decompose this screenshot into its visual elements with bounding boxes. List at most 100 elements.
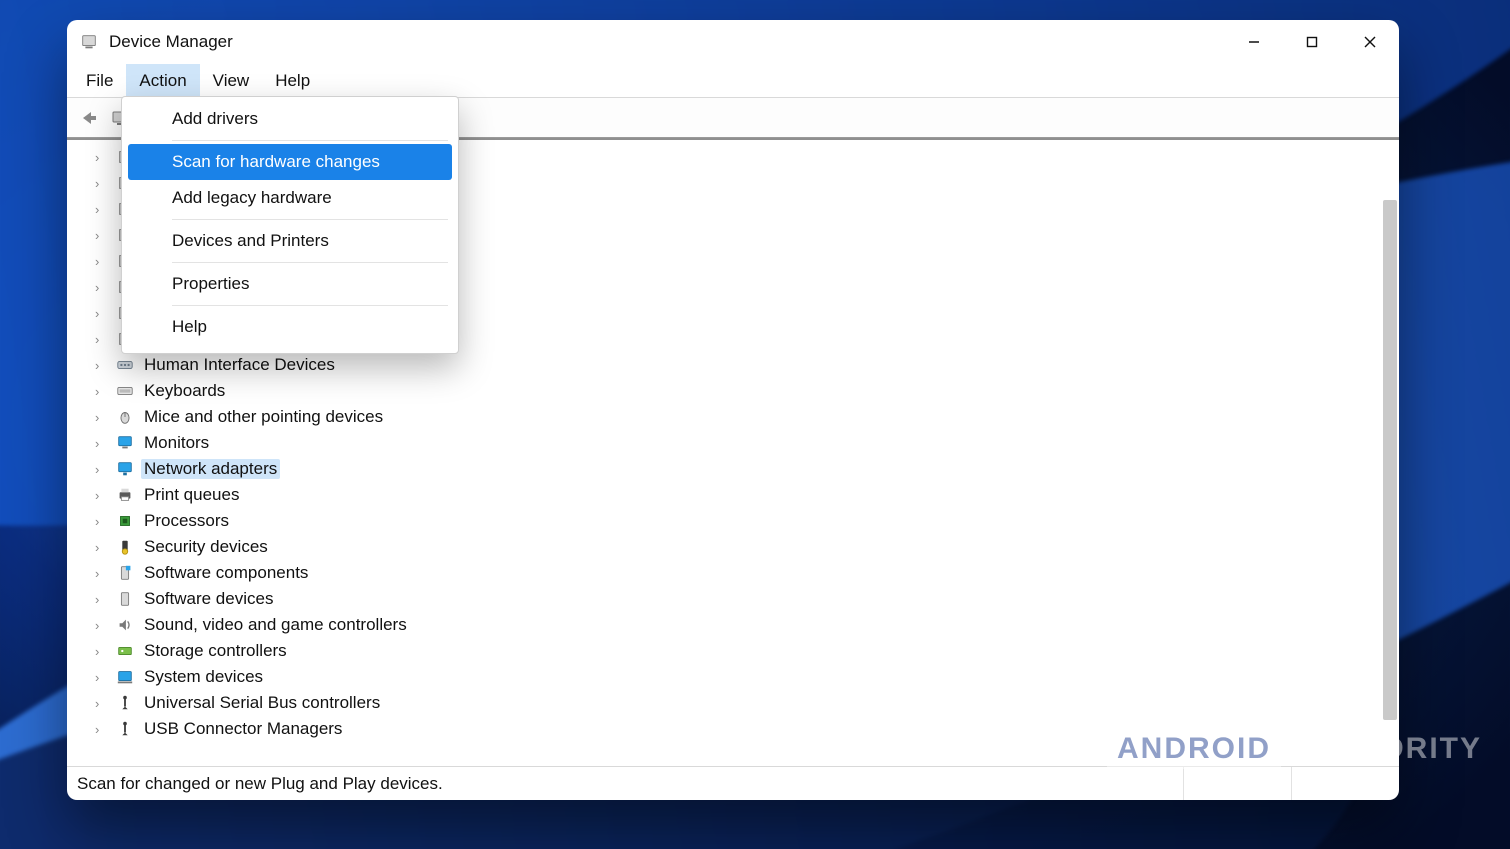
tree-node[interactable]: › Software devices	[91, 586, 1381, 612]
expand-chevron-icon[interactable]: ›	[95, 696, 109, 711]
hid-icon	[115, 355, 135, 375]
menu-context-help[interactable]: Help	[128, 309, 452, 345]
tree-node-label: Keyboards	[141, 381, 228, 401]
tree-node-label: Sound, video and game controllers	[141, 615, 410, 635]
expand-chevron-icon[interactable]: ›	[95, 228, 109, 243]
statusbar: Scan for changed or new Plug and Play de…	[67, 766, 1399, 800]
expand-chevron-icon[interactable]: ›	[95, 462, 109, 477]
scrollbar-thumb[interactable]	[1383, 200, 1397, 720]
menu-add-legacy[interactable]: Add legacy hardware	[128, 180, 452, 216]
tree-node[interactable]: › Sound, video and game controllers	[91, 612, 1381, 638]
menubar: File Action View Help Add drivers Scan f…	[67, 64, 1399, 98]
tree-node-label: Monitors	[141, 433, 212, 453]
menu-separator	[172, 262, 448, 263]
expand-chevron-icon[interactable]: ›	[95, 618, 109, 633]
minimize-button[interactable]	[1225, 20, 1283, 64]
expand-chevron-icon[interactable]: ›	[95, 150, 109, 165]
tree-node[interactable]: › Security devices	[91, 534, 1381, 560]
expand-chevron-icon[interactable]: ›	[95, 722, 109, 737]
menu-separator	[172, 305, 448, 306]
expand-chevron-icon[interactable]: ›	[95, 670, 109, 685]
tree-node-label: Processors	[141, 511, 232, 531]
expand-chevron-icon[interactable]: ›	[95, 176, 109, 191]
network-icon	[115, 459, 135, 479]
close-button[interactable]	[1341, 20, 1399, 64]
watermark-word1: ANDROID	[1107, 729, 1281, 769]
expand-chevron-icon[interactable]: ›	[95, 436, 109, 451]
menu-separator	[172, 140, 448, 141]
device-manager-window: Device Manager File Action View Help Add…	[67, 20, 1399, 800]
menu-properties[interactable]: Properties	[128, 266, 452, 302]
tree-node-label: Mice and other pointing devices	[141, 407, 386, 427]
tree-node[interactable]: › Storage controllers	[91, 638, 1381, 664]
vertical-scrollbar[interactable]	[1381, 140, 1399, 766]
security-icon	[115, 537, 135, 557]
statusbar-cell	[1183, 767, 1291, 800]
tree-node-label: Software devices	[141, 589, 276, 609]
menu-view[interactable]: View	[200, 64, 263, 97]
tree-node[interactable]: › Software components	[91, 560, 1381, 586]
tree-node-label: Universal Serial Bus controllers	[141, 693, 383, 713]
cpu-icon	[115, 511, 135, 531]
software-dev-icon	[115, 589, 135, 609]
window-title: Device Manager	[109, 32, 233, 52]
tree-node-label: Print queues	[141, 485, 242, 505]
toolbar-back-button[interactable]	[75, 104, 103, 132]
expand-chevron-icon[interactable]: ›	[95, 592, 109, 607]
mouse-icon	[115, 407, 135, 427]
menu-action[interactable]: Action	[126, 64, 199, 97]
expand-chevron-icon[interactable]: ›	[95, 306, 109, 321]
tree-node[interactable]: › Keyboards	[91, 378, 1381, 404]
app-icon	[79, 32, 99, 52]
software-comp-icon	[115, 563, 135, 583]
statusbar-cell	[1291, 767, 1399, 800]
expand-chevron-icon[interactable]: ›	[95, 384, 109, 399]
storage-icon	[115, 641, 135, 661]
statusbar-text: Scan for changed or new Plug and Play de…	[77, 774, 443, 794]
menu-add-drivers[interactable]: Add drivers	[128, 101, 452, 137]
tree-node[interactable]: › Human Interface Devices	[91, 352, 1381, 378]
expand-chevron-icon[interactable]: ›	[95, 540, 109, 555]
expand-chevron-icon[interactable]: ›	[95, 358, 109, 373]
usb-icon	[115, 719, 135, 739]
tree-node[interactable]: › Network adapters	[91, 456, 1381, 482]
watermark: ANDROID AUTHORITY	[1107, 729, 1482, 769]
expand-chevron-icon[interactable]: ›	[95, 488, 109, 503]
expand-chevron-icon[interactable]: ›	[95, 280, 109, 295]
expand-chevron-icon[interactable]: ›	[95, 332, 109, 347]
menu-file[interactable]: File	[73, 64, 126, 97]
watermark-word2: AUTHORITY	[1289, 732, 1482, 766]
monitor-icon	[115, 433, 135, 453]
action-menu-dropdown: Add drivers Scan for hardware changes Ad…	[121, 96, 459, 354]
expand-chevron-icon[interactable]: ›	[95, 644, 109, 659]
menu-devices-printers[interactable]: Devices and Printers	[128, 223, 452, 259]
tree-node-label: USB Connector Managers	[141, 719, 345, 739]
usb-icon	[115, 693, 135, 713]
tree-node[interactable]: › Print queues	[91, 482, 1381, 508]
expand-chevron-icon[interactable]: ›	[95, 410, 109, 425]
expand-chevron-icon[interactable]: ›	[95, 514, 109, 529]
menu-help[interactable]: Help	[262, 64, 323, 97]
maximize-button[interactable]	[1283, 20, 1341, 64]
expand-chevron-icon[interactable]: ›	[95, 202, 109, 217]
menu-separator	[172, 219, 448, 220]
keyboard-icon	[115, 381, 135, 401]
tree-node[interactable]: › Monitors	[91, 430, 1381, 456]
titlebar[interactable]: Device Manager	[67, 20, 1399, 64]
tree-node[interactable]: › Processors	[91, 508, 1381, 534]
menu-scan-hardware[interactable]: Scan for hardware changes	[128, 144, 452, 180]
expand-chevron-icon[interactable]: ›	[95, 566, 109, 581]
tree-node-label: Software components	[141, 563, 311, 583]
tree-node-label: Security devices	[141, 537, 271, 557]
system-icon	[115, 667, 135, 687]
tree-node-label: System devices	[141, 667, 266, 687]
tree-node[interactable]: › Mice and other pointing devices	[91, 404, 1381, 430]
printer-icon	[115, 485, 135, 505]
tree-node[interactable]: › System devices	[91, 664, 1381, 690]
expand-chevron-icon[interactable]: ›	[95, 254, 109, 269]
tree-node-label: Network adapters	[141, 459, 280, 479]
sound-icon	[115, 615, 135, 635]
tree-node-label: Human Interface Devices	[141, 355, 338, 375]
tree-node-label: Storage controllers	[141, 641, 290, 661]
tree-node[interactable]: › Universal Serial Bus controllers	[91, 690, 1381, 716]
